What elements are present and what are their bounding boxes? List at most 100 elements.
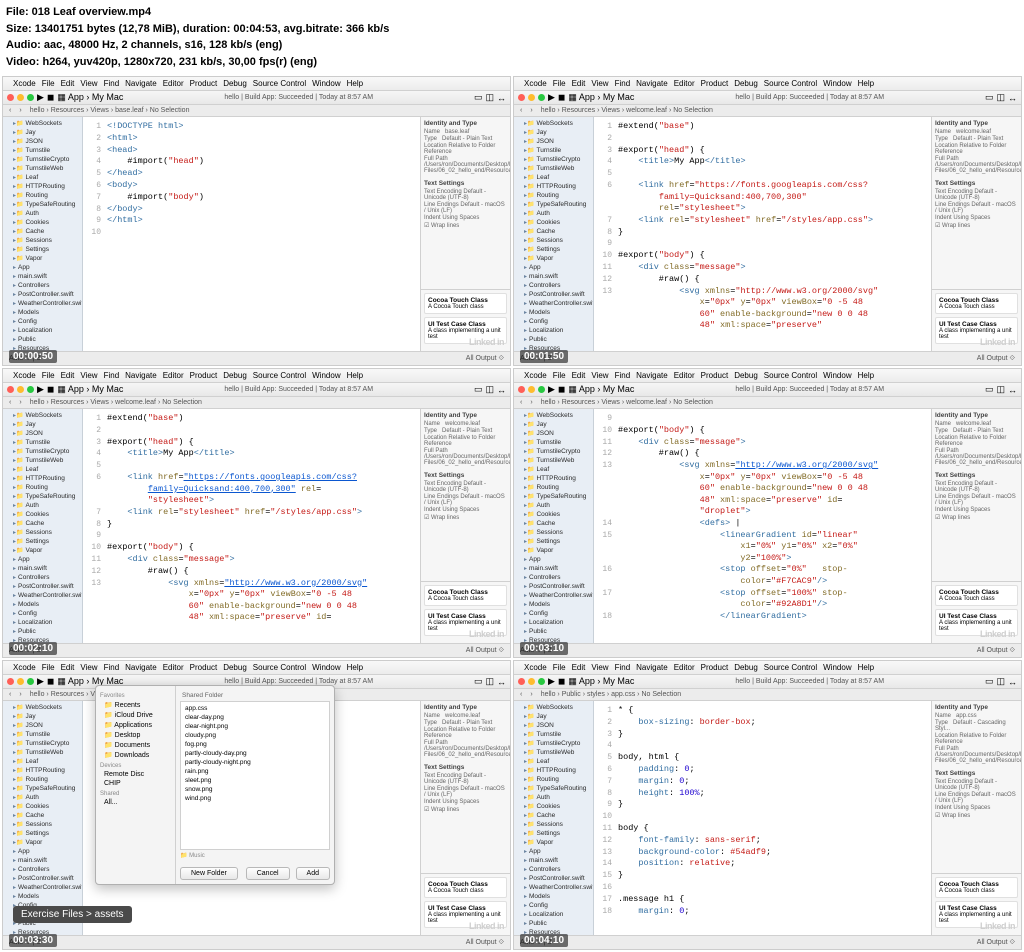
menu-xcode[interactable]: Xcode bbox=[13, 663, 36, 672]
status-right[interactable]: All Output ⟐ bbox=[977, 355, 1015, 363]
dlg-file-sleet.png[interactable]: sleet.png bbox=[183, 776, 327, 785]
sidebar-item-cookies[interactable]: ▸📁Cookies bbox=[514, 218, 593, 227]
menu-window[interactable]: Window bbox=[312, 663, 340, 672]
macos-menubar[interactable]: XcodeFileEditViewFindNavigateEditorProdu… bbox=[514, 369, 1021, 383]
sidebar-item-json[interactable]: ▸📁JSON bbox=[514, 137, 593, 146]
insp-endings[interactable]: Line Endings Default - macOS / Unix (LF) bbox=[935, 202, 1018, 214]
dlg-file-rain.png[interactable]: rain.png bbox=[183, 767, 327, 776]
sidebar-item-auth[interactable]: ▸📁Auth bbox=[3, 209, 82, 218]
macos-menubar[interactable]: XcodeFileEditViewFindNavigateEditorProdu… bbox=[3, 661, 510, 675]
menu-navigate[interactable]: Navigate bbox=[125, 79, 157, 88]
insp-type[interactable]: Type Default - Plain Text bbox=[424, 136, 507, 142]
lib-cocoa-touch[interactable]: Cocoa Touch ClassA Cocoa Touch class bbox=[935, 585, 1018, 606]
sidebar-item-sessions[interactable]: ▸📁Sessions bbox=[514, 820, 593, 829]
sidebar-item-turnstile[interactable]: ▸📁Turnstile bbox=[514, 730, 593, 739]
sidebar-item-websockets[interactable]: ▸📁WebSockets bbox=[514, 703, 593, 712]
sidebar-item-typesaferouting[interactable]: ▸📁TypeSafeRouting bbox=[514, 200, 593, 209]
sidebar-item-jay[interactable]: ▸📁Jay bbox=[514, 420, 593, 429]
sidebar-item-postcontroller-swift[interactable]: ▸PostController.swift bbox=[514, 874, 593, 883]
sidebar-item-vapor[interactable]: ▸📁Vapor bbox=[514, 254, 593, 263]
insp-location[interactable]: Location Relative to Folder Reference bbox=[424, 435, 507, 447]
sidebar-item-websockets[interactable]: ▸📁WebSockets bbox=[3, 411, 82, 420]
sidebar-item-turnstile[interactable]: ▸📁Turnstile bbox=[3, 730, 82, 739]
file-picker-dialog[interactable]: Favorites 📁 Recents📁 iCloud Drive📁 Appli… bbox=[95, 685, 335, 885]
insp-type[interactable]: Type Default - Plain Text bbox=[935, 136, 1018, 142]
fav-downloads[interactable]: 📁 Downloads bbox=[100, 750, 171, 760]
sidebar-item-controllers[interactable]: ▸Controllers bbox=[514, 573, 593, 582]
menu-file[interactable]: File bbox=[553, 663, 566, 672]
breadcrumb[interactable]: hello › Resources › Views › base.leaf › … bbox=[30, 107, 190, 114]
sidebar-item-cookies[interactable]: ▸📁Cookies bbox=[514, 802, 593, 811]
version-icon[interactable]: ↔ bbox=[497, 93, 506, 103]
menu-navigate[interactable]: Navigate bbox=[636, 79, 668, 88]
stop-button[interactable]: ◼ bbox=[47, 384, 54, 395]
sidebar-item-vapor[interactable]: ▸📁Vapor bbox=[3, 254, 82, 263]
menu-help[interactable]: Help bbox=[858, 663, 874, 672]
nav-back-icon[interactable]: ‹ bbox=[520, 399, 522, 406]
insp-indent[interactable]: Indent Using Spaces bbox=[424, 507, 507, 513]
sidebar-item-main-swift[interactable]: ▸main.swift bbox=[3, 272, 82, 281]
nav-back-icon[interactable]: ‹ bbox=[9, 691, 11, 698]
zoom-icon[interactable] bbox=[27, 94, 34, 101]
menu-navigate[interactable]: Navigate bbox=[636, 371, 668, 380]
sidebar-item-websockets[interactable]: ▸📁WebSockets bbox=[514, 411, 593, 420]
editor-mode-icon[interactable]: ▭ bbox=[985, 384, 994, 395]
project-navigator[interactable]: ▸📁WebSockets▸📁Jay▸📁JSON▸📁Turnstile▸📁Turn… bbox=[514, 117, 594, 351]
version-icon[interactable]: ↔ bbox=[1008, 677, 1017, 687]
sidebar-item-routing[interactable]: ▸📁Routing bbox=[514, 775, 593, 784]
menu-window[interactable]: Window bbox=[823, 663, 851, 672]
menu-view[interactable]: View bbox=[591, 371, 608, 380]
insp-type[interactable]: Type Default - Plain Text bbox=[424, 428, 507, 434]
insp-indent[interactable]: Indent Using Spaces bbox=[935, 215, 1018, 221]
sidebar-item-settings[interactable]: ▸📁Settings bbox=[3, 245, 82, 254]
menu-edit[interactable]: Edit bbox=[572, 663, 586, 672]
sidebar-item-leaf[interactable]: ▸📁Leaf bbox=[514, 173, 593, 182]
menu-xcode[interactable]: Xcode bbox=[524, 663, 547, 672]
sidebar-item-turnstilecrypto[interactable]: ▸📁TurnstileCrypto bbox=[3, 447, 82, 456]
run-button[interactable]: ▶ bbox=[37, 92, 44, 103]
menu-window[interactable]: Window bbox=[312, 79, 340, 88]
sidebar-item-routing[interactable]: ▸📁Routing bbox=[514, 483, 593, 492]
version-icon[interactable]: ↔ bbox=[497, 385, 506, 395]
stop-button[interactable]: ◼ bbox=[47, 92, 54, 103]
run-button[interactable]: ▶ bbox=[548, 384, 555, 395]
sidebar-item-postcontroller-swift[interactable]: ▸PostController.swift bbox=[514, 290, 593, 299]
sidebar-item-websockets[interactable]: ▸📁WebSockets bbox=[514, 119, 593, 128]
sidebar-item-turnstilecrypto[interactable]: ▸📁TurnstileCrypto bbox=[514, 155, 593, 164]
menu-view[interactable]: View bbox=[80, 371, 97, 380]
sidebar-item-httprouting[interactable]: ▸📁HTTPRouting bbox=[3, 766, 82, 775]
sidebar-item-main-swift[interactable]: ▸main.swift bbox=[514, 272, 593, 281]
menu-find[interactable]: Find bbox=[104, 79, 120, 88]
dlg-file-snow.png[interactable]: snow.png bbox=[183, 785, 327, 794]
sidebar-item-auth[interactable]: ▸📁Auth bbox=[514, 793, 593, 802]
menu-product[interactable]: Product bbox=[701, 663, 729, 672]
lib-cocoa-touch[interactable]: Cocoa Touch ClassA Cocoa Touch class bbox=[935, 293, 1018, 314]
sidebar-item-turnstile[interactable]: ▸📁Turnstile bbox=[3, 438, 82, 447]
sidebar-item-weathercontroller-swift[interactable]: ▸WeatherController.swift bbox=[3, 299, 82, 308]
nav-fwd-icon[interactable]: › bbox=[530, 691, 532, 698]
sidebar-item-models[interactable]: ▸Models bbox=[3, 892, 82, 901]
menu-help[interactable]: Help bbox=[347, 663, 363, 672]
dlg-file-partly-cloudy-night.png[interactable]: partly-cloudy-night.png bbox=[183, 758, 327, 767]
assistant-icon[interactable]: ◫ bbox=[996, 676, 1005, 687]
sidebar-item-leaf[interactable]: ▸📁Leaf bbox=[3, 465, 82, 474]
breadcrumb[interactable]: hello › Resources › Views › welcome.leaf… bbox=[541, 107, 713, 114]
dev-chip[interactable]: CHIP bbox=[100, 779, 171, 788]
dlg-file-app.css[interactable]: app.css bbox=[183, 704, 327, 713]
sidebar-item-httprouting[interactable]: ▸📁HTTPRouting bbox=[514, 474, 593, 483]
minimize-icon[interactable] bbox=[17, 678, 24, 685]
insp-endings[interactable]: Line Endings Default - macOS / Unix (LF) bbox=[424, 202, 507, 214]
sidebar-item-settings[interactable]: ▸📁Settings bbox=[514, 829, 593, 838]
code-editor[interactable]: 1<!DOCTYPE html>2<html>3<head>4 #import(… bbox=[83, 117, 420, 351]
menu-window[interactable]: Window bbox=[823, 371, 851, 380]
menu-debug[interactable]: Debug bbox=[223, 371, 247, 380]
menu-find[interactable]: Find bbox=[615, 79, 631, 88]
sidebar-item-leaf[interactable]: ▸📁Leaf bbox=[3, 757, 82, 766]
stop-button[interactable]: ◼ bbox=[558, 384, 565, 395]
menu-find[interactable]: Find bbox=[615, 371, 631, 380]
nav-fwd-icon[interactable]: › bbox=[19, 691, 21, 698]
menu-source-control[interactable]: Source Control bbox=[253, 79, 306, 88]
sidebar-item-cache[interactable]: ▸📁Cache bbox=[3, 811, 82, 820]
breadcrumb-bar[interactable]: ‹ › hello › Resources › Views › welcome.… bbox=[3, 397, 510, 409]
sidebar-item-turnstile[interactable]: ▸📁Turnstile bbox=[3, 146, 82, 155]
